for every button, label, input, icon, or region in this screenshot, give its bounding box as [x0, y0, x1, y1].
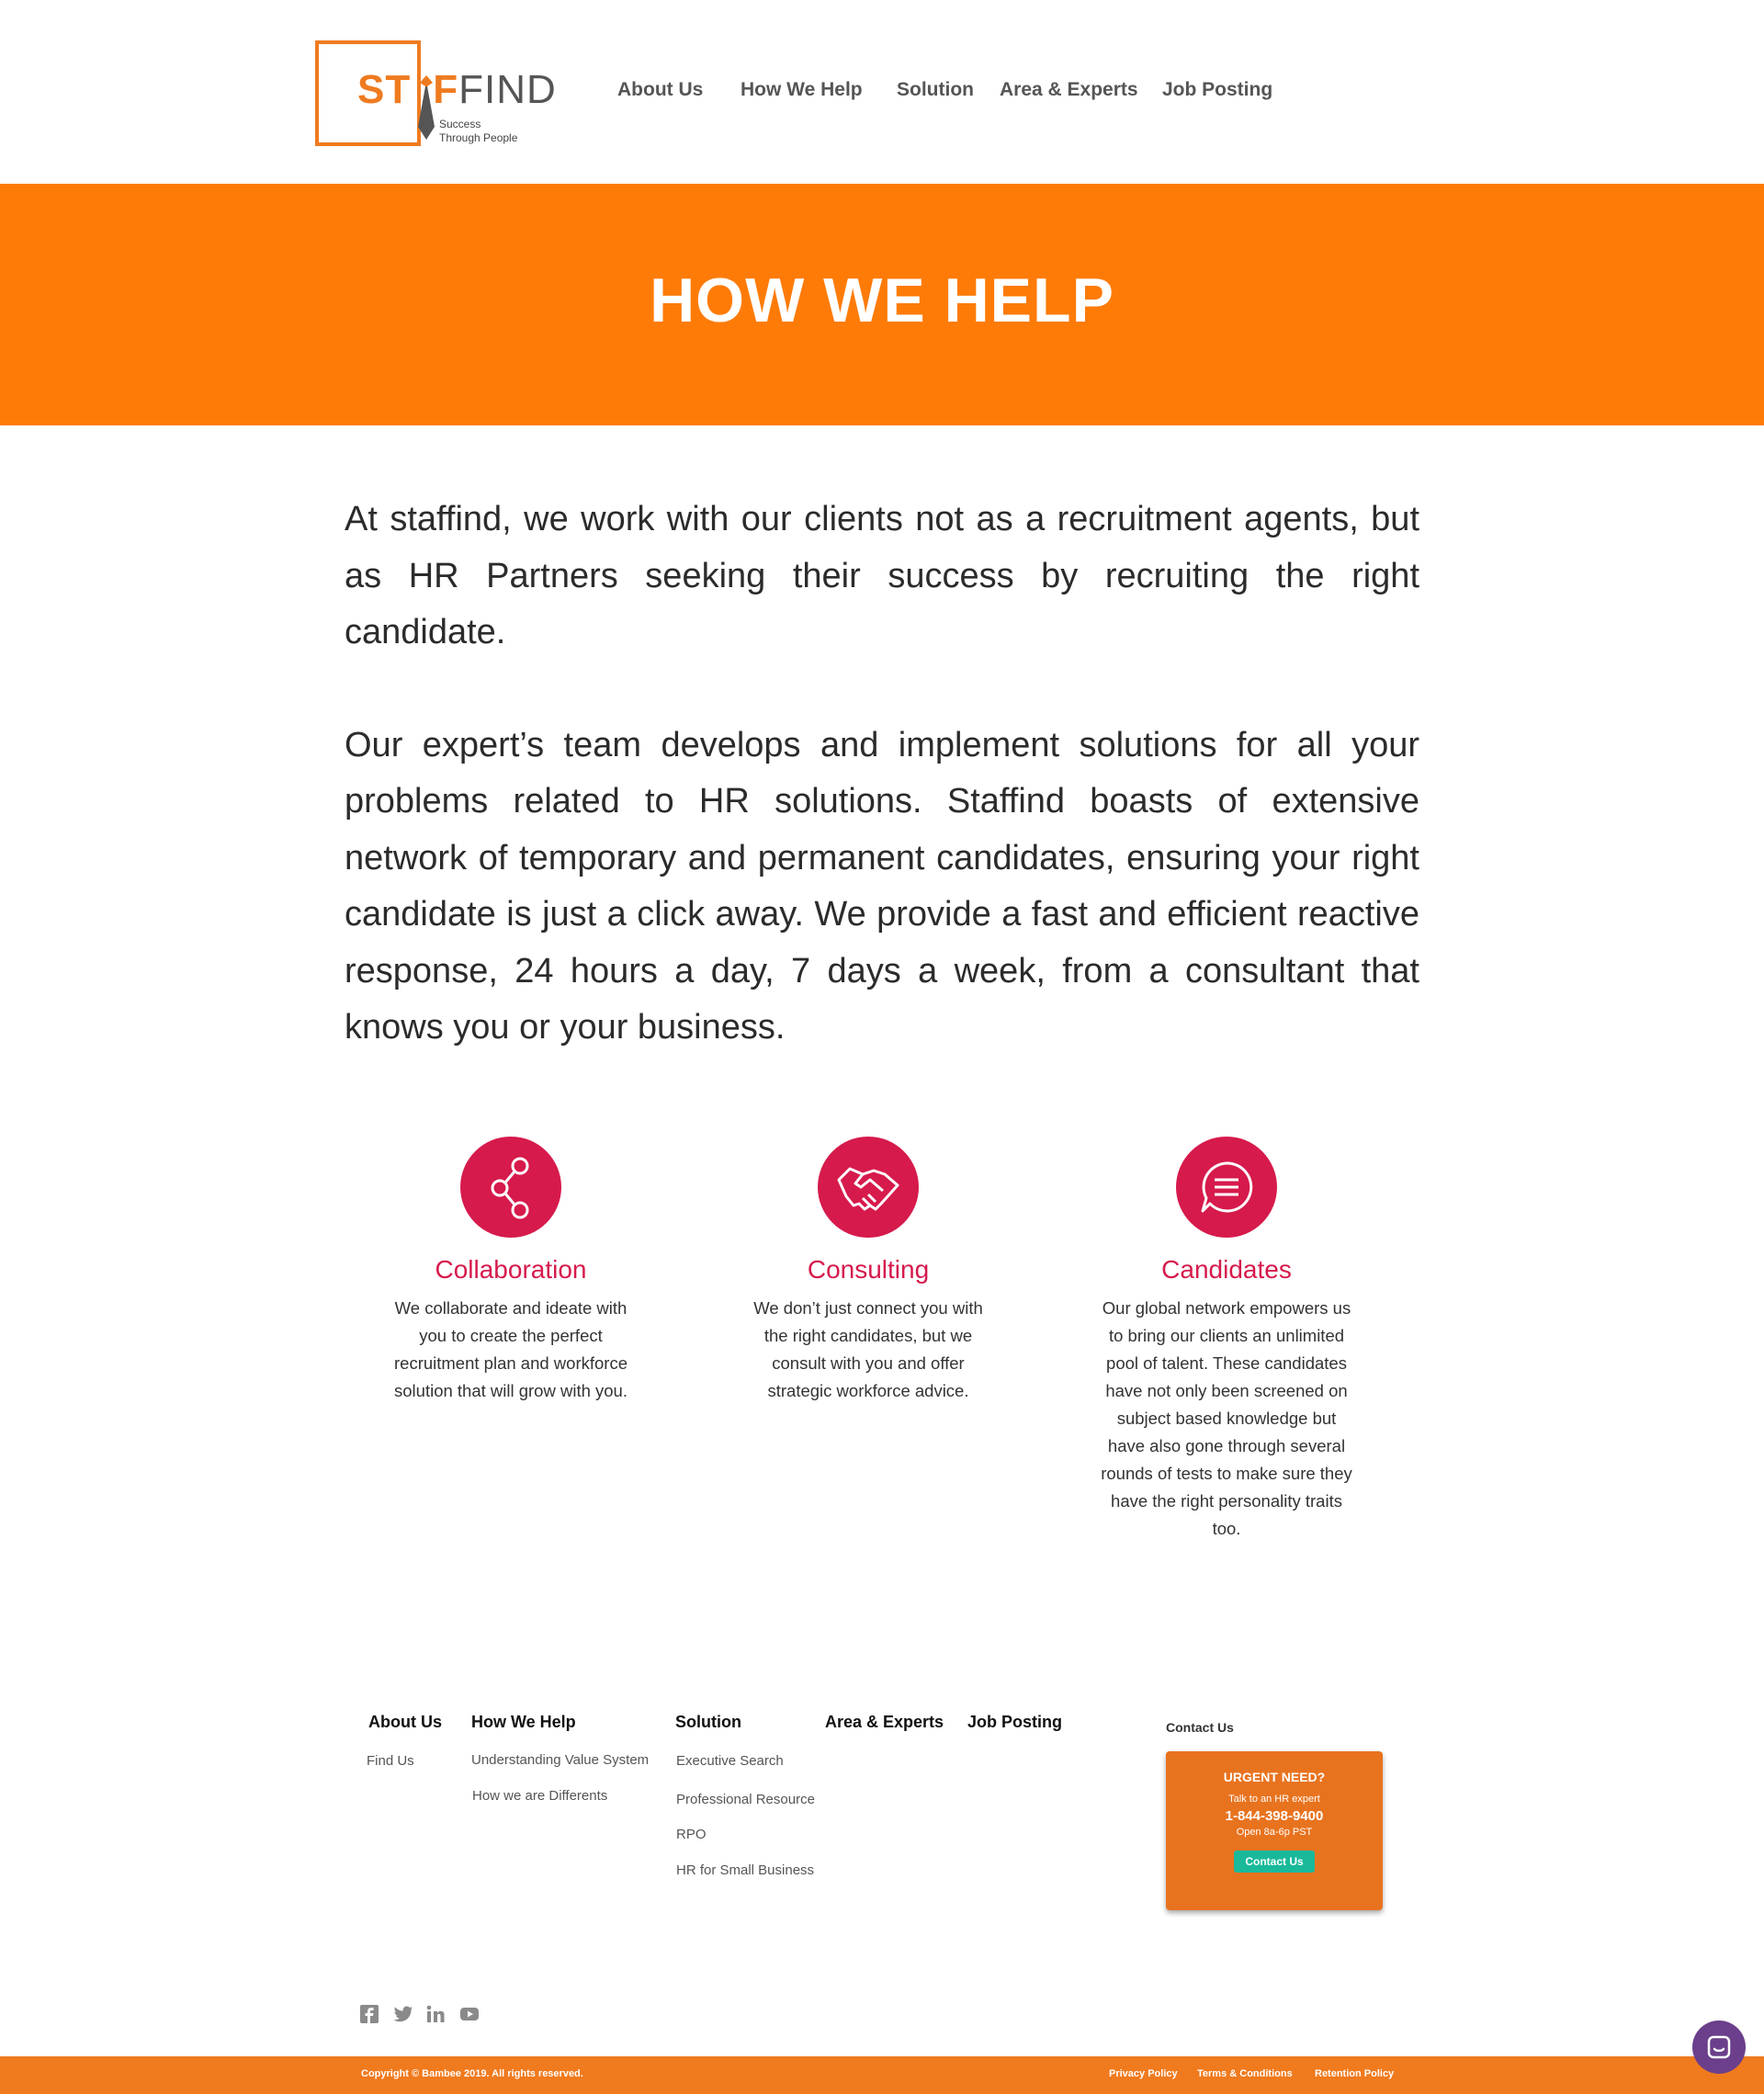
- feature-title: Candidates: [1161, 1255, 1292, 1284]
- feature-description: Our global network empowers us to bring …: [1101, 1298, 1352, 1538]
- contact-us-button[interactable]: Contact Us: [1234, 1851, 1315, 1873]
- intro-paragraph: Our expert’s team develops and implement…: [345, 725, 1419, 1047]
- nav-about-us[interactable]: About Us: [617, 79, 703, 101]
- copyright: Copyright © Bambee 2019. All rights rese…: [361, 2068, 583, 2079]
- nav-solution[interactable]: Solution: [897, 79, 974, 101]
- linkedin-icon[interactable]: [426, 2005, 445, 2023]
- footer-link-value-system[interactable]: Understanding Value System: [471, 1752, 649, 1768]
- hero-banner: HOW WE HELP: [0, 184, 1764, 425]
- footer-about-us[interactable]: About Us: [368, 1713, 442, 1732]
- chat-bubble-icon: [1176, 1137, 1277, 1238]
- feature-collaboration: Collaboration We collaborate and ideate …: [378, 1137, 644, 1405]
- retention-policy-link[interactable]: Retention Policy: [1315, 2068, 1394, 2079]
- feature-title: Collaboration: [435, 1255, 587, 1284]
- footer-link-executive-search[interactable]: Executive Search: [676, 1753, 784, 1769]
- footer-solution[interactable]: Solution: [675, 1713, 741, 1732]
- footer-job-posting[interactable]: Job Posting: [967, 1713, 1062, 1732]
- chat-icon: [1707, 2035, 1731, 2059]
- contact-label: Contact Us: [1166, 1720, 1234, 1735]
- bottom-bar: Copyright © Bambee 2019. All rights rese…: [0, 2056, 1764, 2094]
- urgent-subtitle: Talk to an HR expert: [1228, 1794, 1320, 1805]
- handshake-icon: [818, 1137, 919, 1238]
- footer-link-hr-small-business[interactable]: HR for Small Business: [676, 1862, 814, 1878]
- footer-link-differents[interactable]: How we are Differents: [472, 1788, 607, 1804]
- urgent-contact-card: URGENT NEED? Talk to an HR expert 1-844-…: [1166, 1751, 1383, 1910]
- privacy-policy-link[interactable]: Privacy Policy: [1109, 2068, 1178, 2079]
- terms-link[interactable]: Terms & Conditions: [1197, 2068, 1293, 2079]
- feature-consulting: Consulting We don’t just connect you wit…: [735, 1137, 1001, 1405]
- footer-how-we-help[interactable]: How We Help: [471, 1713, 576, 1732]
- phone-number[interactable]: 1-844-398-9400: [1166, 1808, 1383, 1824]
- twitter-icon[interactable]: [393, 2005, 413, 2023]
- logo-wordmark: ST FFIND: [357, 67, 557, 112]
- tie-icon: [418, 75, 435, 140]
- footer-link-find-us[interactable]: Find Us: [367, 1753, 414, 1769]
- logo-tagline: Success Through People: [439, 118, 518, 144]
- youtube-icon[interactable]: [459, 2005, 479, 2023]
- feature-candidates: Candidates Our global network empowers u…: [1093, 1137, 1360, 1543]
- footer-link-rpo[interactable]: RPO: [676, 1827, 707, 1842]
- feature-description: We collaborate and ideate with you to cr…: [394, 1298, 628, 1400]
- share-icon: [460, 1137, 561, 1238]
- footer-area-experts[interactable]: Area & Experts: [825, 1713, 944, 1732]
- nav-how-we-help[interactable]: How We Help: [741, 79, 863, 101]
- feature-description: We don’t just connect you with the right…: [753, 1298, 983, 1400]
- facebook-icon[interactable]: [360, 2005, 379, 2023]
- page-title: HOW WE HELP: [650, 266, 1114, 335]
- intro-paragraph: At staffind, we work with our clients no…: [345, 500, 1419, 651]
- footer-link-professional-resource[interactable]: Professional Resource: [676, 1792, 815, 1807]
- logo[interactable]: ST FFIND Success Through People: [315, 40, 556, 148]
- office-hours: Open 8a-6p PST: [1236, 1827, 1313, 1838]
- intro-text: At staffind, we work with our clients no…: [345, 492, 1419, 1057]
- nav-job-posting[interactable]: Job Posting: [1162, 79, 1272, 101]
- urgent-title: URGENT NEED?: [1223, 1770, 1326, 1784]
- feature-title: Consulting: [807, 1255, 930, 1284]
- nav-area-experts[interactable]: Area & Experts: [1000, 79, 1138, 101]
- chat-launcher-button[interactable]: [1692, 2020, 1746, 2074]
